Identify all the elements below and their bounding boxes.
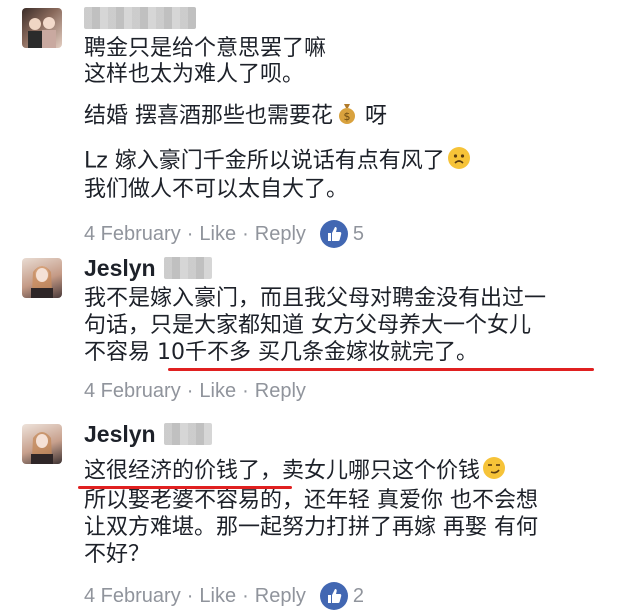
comment-author-row: Jeslyn (84, 420, 630, 448)
comment-text-line: 聘金只是给个意思罢了嘛 (84, 36, 327, 61)
comment-author[interactable]: Jeslyn (84, 421, 156, 448)
comment-text-line: 让双方难堪。那一起努力打拼了再嫁 再娶 有何 (84, 515, 538, 540)
comment-text-segment: 结婚 摆喜酒那些也需要花 (84, 103, 333, 129)
comment-actions: 4 February · Like · Reply 5 (84, 220, 630, 248)
avatar-photo (31, 266, 53, 298)
thumbs-up-icon (319, 220, 348, 248)
comment-text-segment: 呀 (365, 103, 388, 129)
comment-2: Jeslyn 我不是嫁入豪门，而且我父母对聘金没有出过一 句话，只是大家都知道 … (0, 252, 640, 412)
comment-1: 聘金只是给个意思罢了嘛 这样也太为难人了呗。 结婚 摆喜酒那些也需要花 $ 呀 Lz… (0, 0, 640, 248)
comment-text-segment: Lz 嫁入豪门千金所以说话有点有风了 (84, 148, 445, 174)
separator: · (186, 584, 194, 607)
redacted-name (84, 7, 196, 29)
red-underline (168, 368, 594, 371)
like-count[interactable]: 2 (319, 582, 365, 610)
like-count[interactable]: 5 (319, 220, 365, 248)
comment-author[interactable]: Jeslyn (84, 255, 156, 282)
comment-text-segment: 这很经济的价钱了，卖女儿哪只这个价钱 (84, 458, 481, 484)
like-link[interactable]: Like (199, 585, 236, 608)
red-underline (78, 486, 292, 489)
avatar[interactable] (22, 258, 62, 298)
comment-text-line: 结婚 摆喜酒那些也需要花 $ 呀 (84, 101, 630, 132)
like-link[interactable]: Like (199, 223, 236, 246)
like-count-value: 5 (352, 222, 365, 245)
comment-3: Jeslyn 这很经济的价钱了，卖女儿哪只这个价钱 所以娶老婆不容易的，还年轻 … (0, 418, 640, 616)
thumbs-up-icon (319, 582, 348, 610)
comment-date[interactable]: 4 February (84, 223, 181, 246)
separator: · (242, 584, 249, 607)
reply-link[interactable]: Reply (255, 223, 306, 246)
redacted-name (163, 257, 212, 279)
comment-text-line: 不好？ (84, 542, 151, 567)
comment-text-line: 我不是嫁入豪门，而且我父母对聘金没有出过一 (84, 286, 547, 311)
reply-link[interactable]: Reply (255, 380, 306, 403)
comment-text-line: 所以娶老婆不容易的，还年轻 真爱你 也不会想 (84, 488, 538, 513)
like-count-value: 2 (352, 584, 365, 607)
comment-text-line: 不容易 10千不多 买几条金嫁妆就完了。 (84, 340, 478, 365)
separator: · (242, 222, 249, 245)
separator: · (186, 380, 194, 402)
sad-face-icon (447, 146, 471, 177)
separator: · (242, 380, 249, 402)
comment-date[interactable]: 4 February (84, 585, 181, 608)
avatar-photo (31, 432, 53, 464)
like-link[interactable]: Like (199, 380, 236, 403)
avatar[interactable] (22, 424, 62, 464)
comment-text-line: 这很经济的价钱了，卖女儿哪只这个价钱 (84, 456, 630, 487)
separator: · (186, 222, 194, 245)
avatar-photo (28, 17, 56, 48)
comment-actions: 4 February · Like · Reply (84, 380, 630, 403)
comment-text-line: 我们做人不可以太自大了。 (84, 177, 349, 202)
avatar[interactable] (22, 8, 62, 48)
reply-link[interactable]: Reply (255, 585, 306, 608)
comment-actions: 4 February · Like · Reply 2 (84, 582, 630, 610)
svg-text:$: $ (344, 110, 351, 123)
comment-author-row: Jeslyn (84, 254, 630, 282)
comment-text-line: 这样也太为难人了呗。 (84, 62, 305, 87)
comment-text-line: 句话，只是大家都知道 女方父母养大一个女儿 (84, 313, 531, 338)
comment-date[interactable]: 4 February (84, 380, 181, 403)
smirk-face-icon (482, 456, 506, 487)
comment-author-row (84, 4, 630, 32)
money-bag-icon: $ (335, 101, 359, 132)
comment-text-line: Lz 嫁入豪门千金所以说话有点有风了 (84, 146, 630, 177)
redacted-name (163, 423, 212, 445)
